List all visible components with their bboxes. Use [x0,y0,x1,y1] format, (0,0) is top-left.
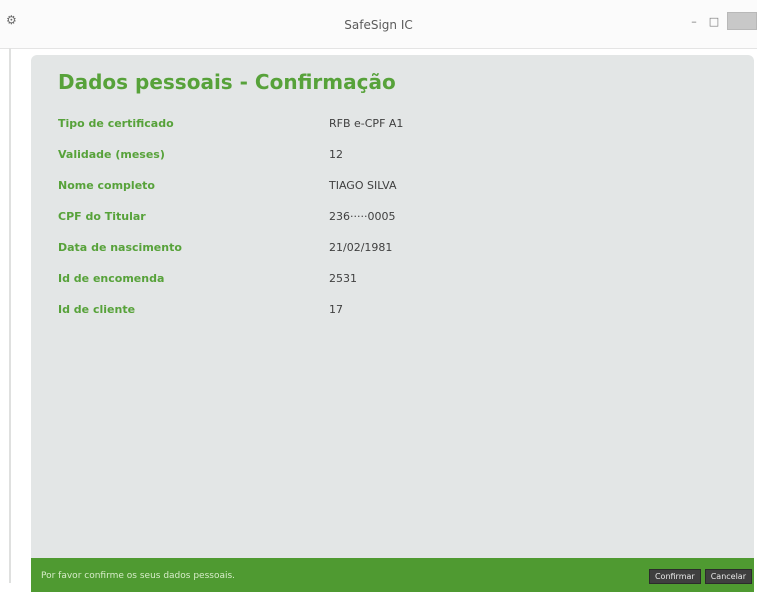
minimize-button[interactable]: – [687,15,701,28]
window-edge [9,48,11,583]
status-message: Por favor confirme os seus dados pessoai… [41,571,236,581]
field-row-client-id: Id de cliente 17 [58,303,718,334]
field-row-certificate-type: Tipo de certificado RFB e-CPF A1 [58,117,718,148]
field-row-order-id: Id de encomenda 2531 [58,272,718,303]
field-label: Id de encomenda [58,272,165,285]
page-title: Dados pessoais - Confirmação [58,70,396,94]
field-row-validity: Validade (meses) 12 [58,148,718,179]
field-label: Data de nascimento [58,241,182,254]
confirm-button[interactable]: Confirmar [648,569,701,584]
cancel-button[interactable]: Cancelar [704,569,752,584]
field-row-full-name: Nome completo TIAGO SILVA [58,179,718,210]
status-bar: Por favor confirme os seus dados pessoai… [31,558,754,592]
personal-data-list: Tipo de certificado RFB e-CPF A1 Validad… [58,117,718,334]
close-button[interactable] [727,12,757,30]
window-controls: – □ [687,12,757,30]
field-value: 236·····0005 [329,210,396,223]
field-row-cpf: CPF do Titular 236·····0005 [58,210,718,241]
field-label: Nome completo [58,179,155,192]
field-label: CPF do Titular [58,210,146,223]
confirmation-panel: Dados pessoais - Confirmação Tipo de cer… [31,55,754,558]
maximize-button[interactable]: □ [707,15,721,28]
field-label: Id de cliente [58,303,136,316]
field-value: 12 [329,148,343,161]
field-value: 17 [329,303,343,316]
field-label: Tipo de certificado [58,117,174,130]
field-value: 2531 [329,272,357,285]
field-value: 21/02/1981 [329,241,393,254]
field-value: TIAGO SILVA [329,179,397,192]
field-row-birth-date: Data de nascimento 21/02/1981 [58,241,718,272]
field-value: RFB e-CPF A1 [329,117,404,130]
field-label: Validade (meses) [58,148,165,161]
title-bar: ⚙ SafeSign IC – □ [0,0,757,49]
action-buttons: Confirmar Cancelar [648,569,752,584]
window-title: SafeSign IC [344,18,413,32]
